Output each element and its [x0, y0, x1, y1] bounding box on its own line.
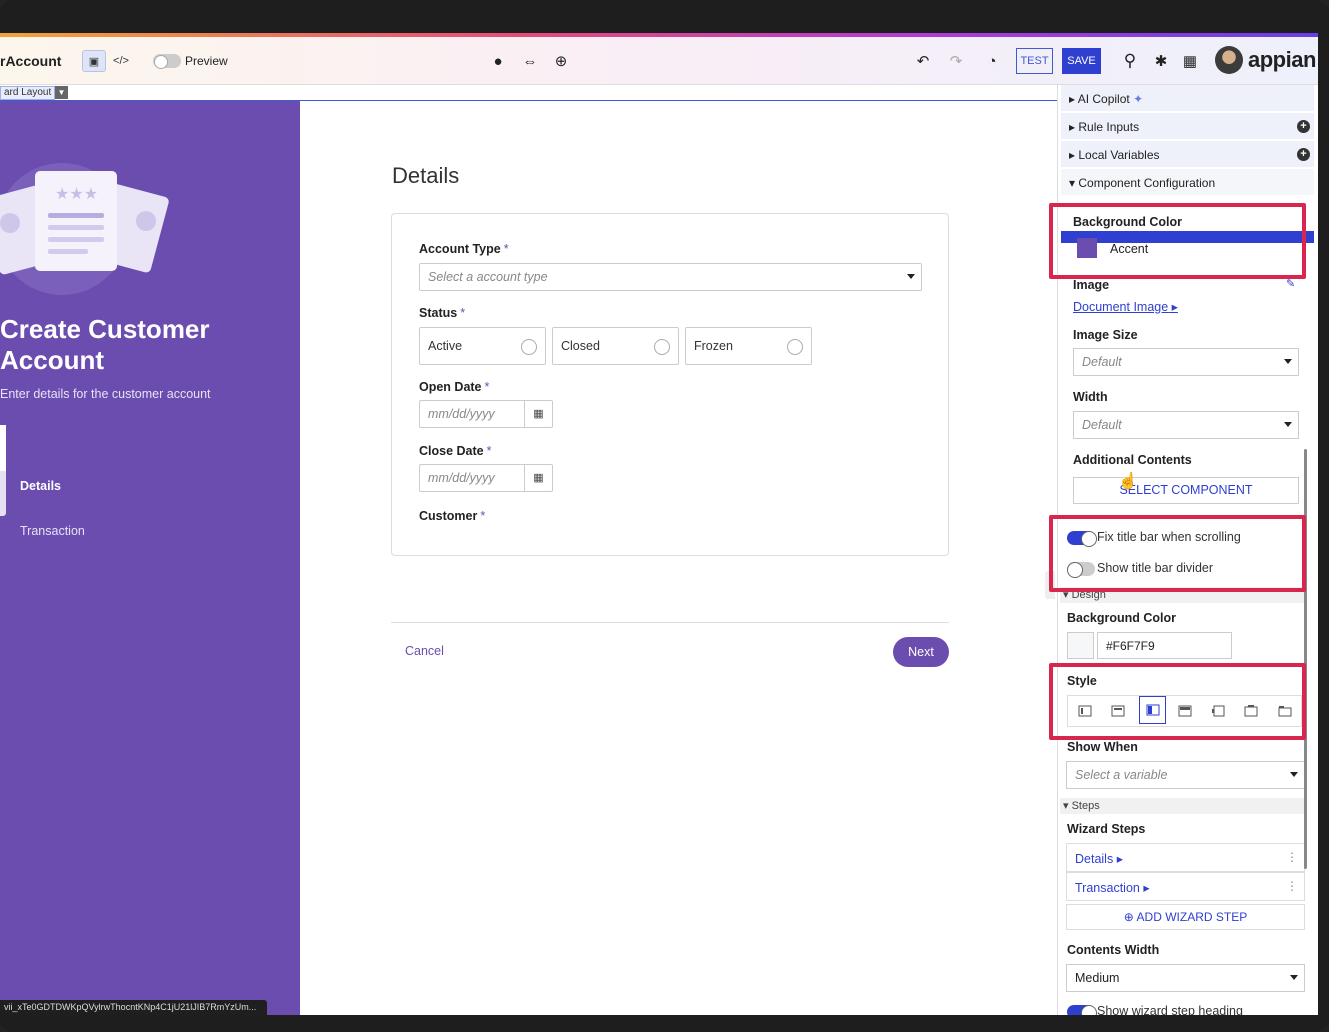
accordion-ai-copilot[interactable]: ▸ AI Copilot ✦: [1061, 85, 1314, 112]
accordion-component-configuration[interactable]: ▾ Component Configuration: [1061, 169, 1314, 196]
design-bg-hex-input[interactable]: #F6F7F9: [1097, 632, 1232, 659]
test-button[interactable]: TEST: [1016, 48, 1053, 74]
chevron-down-icon: [1290, 975, 1298, 980]
redo-icon[interactable]: ↷: [946, 51, 966, 71]
accordion-rule-inputs[interactable]: ▸ Rule Inputs +: [1061, 113, 1314, 140]
status-option-closed[interactable]: Closed: [552, 327, 679, 365]
interface-title: rAccount: [0, 53, 62, 69]
drag-handle-icon[interactable]: ⋮: [1286, 879, 1298, 893]
wizard-steps-label: Wizard Steps: [1067, 822, 1146, 836]
chevron-down-icon: [907, 274, 915, 279]
highlight-background-color: [1049, 203, 1306, 279]
layout-breadcrumb-label[interactable]: ard Layout: [0, 86, 56, 100]
top-toolbar: rAccount ▣ </> Preview ● ⇔ ⊕ ↶ ↷ ◔ TEST …: [0, 37, 1318, 85]
step-details[interactable]: Details: [20, 479, 61, 493]
additional-contents-label: Additional Contents: [1073, 453, 1192, 467]
wizard-title: Create Customer Account: [0, 314, 210, 375]
select-component-button[interactable]: SELECT COMPONENT: [1073, 477, 1299, 504]
next-button[interactable]: Next: [893, 637, 949, 667]
chevron-down-icon: [1290, 772, 1298, 777]
step-transaction[interactable]: Transaction: [20, 524, 85, 538]
expression-mode-icon[interactable]: </>: [110, 50, 132, 72]
design-bg-label: Background Color: [1067, 611, 1177, 625]
status-url: vii_xTe0GDTDWKpQVylrwThocntKNp4C1jU21lJI…: [0, 1000, 267, 1015]
status-option-active[interactable]: Active: [419, 327, 546, 365]
show-when-label: Show When: [1067, 740, 1138, 754]
fit-width-icon[interactable]: ⇔: [520, 51, 540, 71]
calendar-icon[interactable]: ▦: [524, 465, 552, 491]
open-date-label: Open Date *: [419, 380, 490, 394]
radio-icon: [787, 339, 803, 355]
status-option-frozen[interactable]: Frozen: [685, 327, 812, 365]
wizard-step-row[interactable]: Details ▸ ⋮: [1066, 843, 1305, 872]
wizard-step-row[interactable]: Transaction ▸ ⋮: [1066, 872, 1305, 901]
width-label: Width: [1073, 390, 1108, 404]
design-mode-icon[interactable]: ▣: [82, 50, 106, 72]
radio-icon: [521, 339, 537, 355]
add-icon[interactable]: +: [1297, 148, 1310, 161]
image-label: Image: [1073, 278, 1110, 292]
device-frame: rAccount ▣ </> Preview ● ⇔ ⊕ ↶ ↷ ◔ TEST …: [0, 0, 1329, 1032]
show-step-heading-label: Show wizard step heading: [1097, 1004, 1243, 1015]
add-icon[interactable]: +: [1297, 120, 1310, 133]
accordion-local-variables[interactable]: ▸ Local Variables +: [1061, 141, 1314, 168]
palette-icon[interactable]: ●: [488, 51, 508, 71]
main-form-area: Details Account Type * Select a account t…: [300, 101, 1057, 1015]
chevron-down-icon[interactable]: ▼: [55, 86, 68, 99]
wizard-sidebar: ★★★ Create Customer Account Enter detail…: [0, 101, 300, 1015]
avatar[interactable]: [1215, 46, 1243, 74]
preview-label: Preview: [185, 54, 228, 68]
chevron-down-icon: [1284, 359, 1292, 364]
image-size-label: Image Size: [1073, 328, 1138, 342]
contents-width-label: Contents Width: [1067, 943, 1160, 957]
active-step-indicator: [0, 425, 6, 471]
hand-cursor-icon: ☝: [1118, 473, 1138, 490]
design-bg-swatch[interactable]: [1067, 632, 1094, 659]
drag-handle-icon[interactable]: ⋮: [1286, 850, 1298, 864]
show-step-heading-toggle[interactable]: [1067, 1005, 1097, 1015]
close-date-label: Close Date *: [419, 444, 492, 458]
document-image-link[interactable]: Document Image ▸: [1073, 299, 1178, 314]
status-label: Status *: [419, 306, 466, 320]
search-icon[interactable]: ⚲: [1120, 51, 1140, 71]
save-button[interactable]: SAVE: [1062, 48, 1101, 74]
highlight-style-options: [1049, 663, 1306, 740]
footer-divider: [391, 622, 949, 623]
customer-label: Customer *: [419, 509, 486, 523]
account-type-label: Account Type *: [419, 242, 509, 256]
contents-width-select[interactable]: Medium: [1066, 964, 1305, 992]
add-wizard-step-button[interactable]: ⊕ ADD WIZARD STEP: [1066, 904, 1305, 930]
steps-section[interactable]: ▾ Steps: [1060, 798, 1304, 814]
chevron-down-icon: [1284, 422, 1292, 427]
image-size-select[interactable]: Default: [1073, 348, 1299, 376]
sparkle-icon: ✦: [1133, 92, 1144, 106]
form-card: Account Type * Select a account type Stat…: [391, 213, 949, 556]
screen: rAccount ▣ </> Preview ● ⇔ ⊕ ↶ ↷ ◔ TEST …: [0, 37, 1318, 1015]
panel-scrollbar[interactable]: [1304, 449, 1307, 869]
wizard-subtitle: Enter details for the customer account: [0, 387, 211, 401]
open-date-input[interactable]: mm/dd/yyyy ▦: [419, 400, 553, 428]
width-select[interactable]: Default: [1073, 411, 1299, 439]
apps-grid-icon[interactable]: ▦: [1180, 51, 1200, 71]
preview-toggle[interactable]: [153, 54, 181, 69]
appian-logo: appian: [1248, 47, 1316, 72]
account-type-select[interactable]: Select a account type: [419, 263, 922, 291]
show-when-select[interactable]: Select a variable: [1066, 761, 1305, 789]
breadcrumb: ard Layout ▼: [0, 85, 1057, 101]
undo-icon[interactable]: ↶: [913, 51, 933, 71]
close-date-input[interactable]: mm/dd/yyyy ▦: [419, 464, 553, 492]
page-title: Details: [392, 163, 460, 188]
svg-text:★★★: ★★★: [55, 184, 98, 203]
radio-icon: [654, 339, 670, 355]
gear-icon[interactable]: ✱: [1151, 51, 1171, 71]
performance-icon[interactable]: ◔: [982, 51, 1002, 71]
globe-icon[interactable]: ⊕: [551, 51, 571, 71]
highlight-title-bar-toggles: [1049, 515, 1306, 592]
cancel-button[interactable]: Cancel: [405, 644, 444, 658]
calendar-icon[interactable]: ▦: [524, 401, 552, 427]
document-illustration-icon: ★★★: [0, 163, 169, 295]
